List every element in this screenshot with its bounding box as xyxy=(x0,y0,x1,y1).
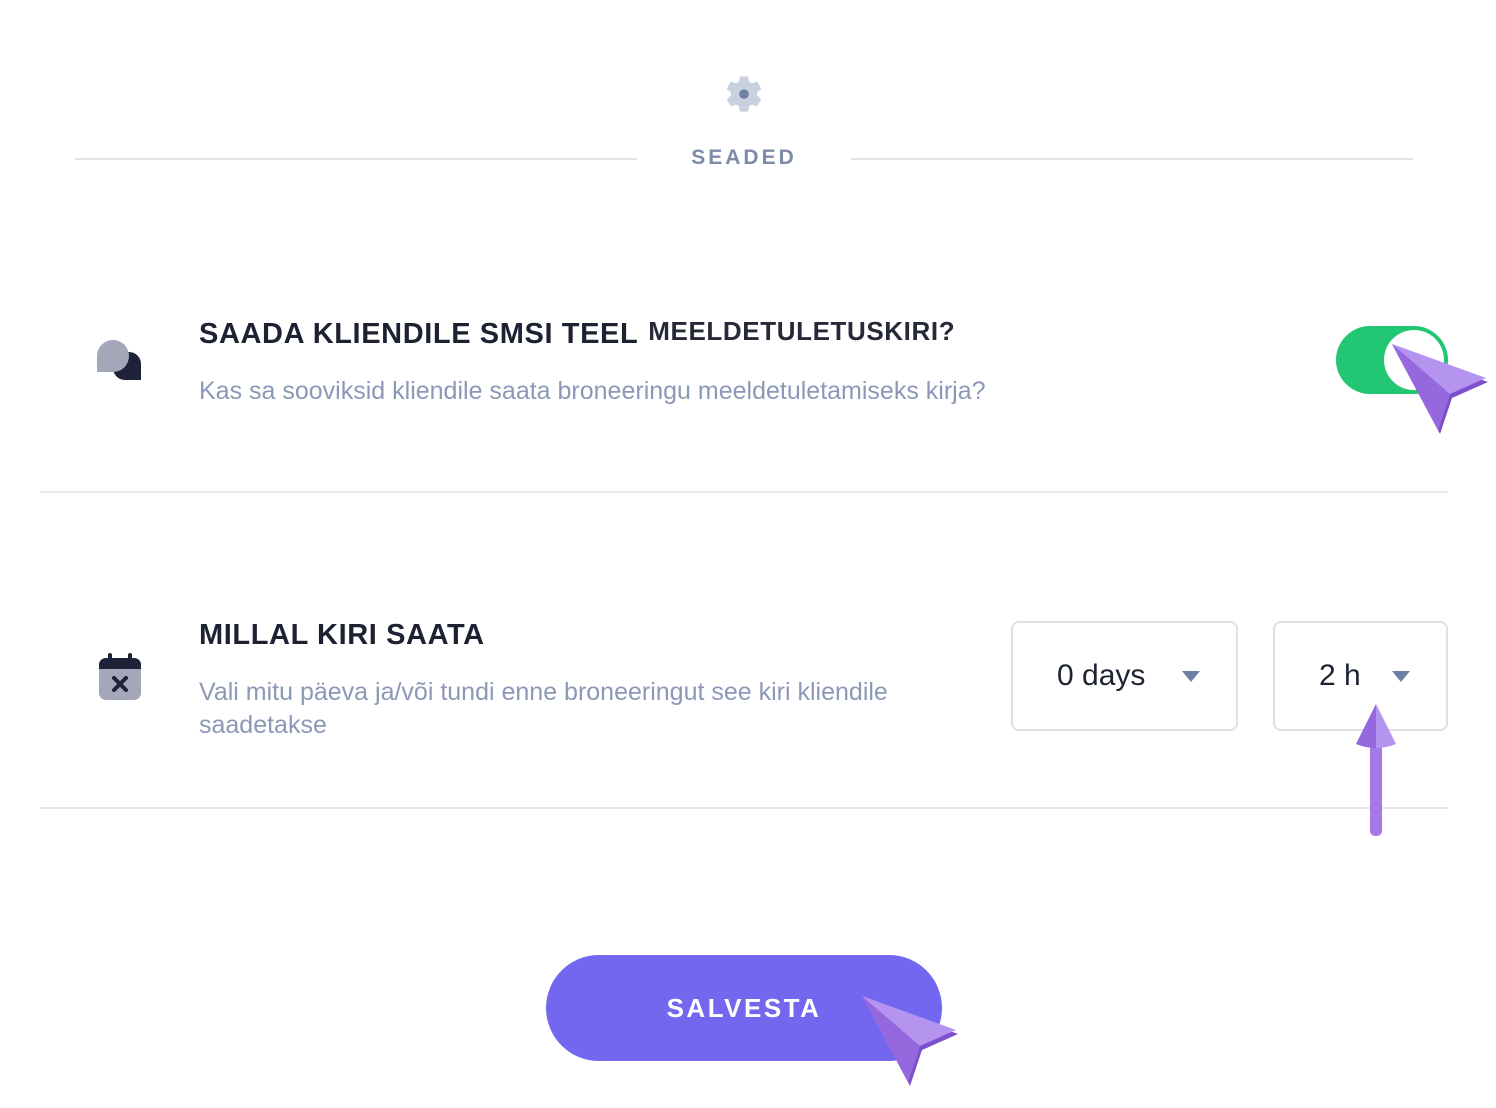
chevron-down-icon xyxy=(1182,671,1200,682)
chat-bubbles-icon xyxy=(97,340,141,380)
row-divider xyxy=(40,807,1448,809)
days-select-value: 0 days xyxy=(1057,659,1146,692)
row-divider xyxy=(40,491,1448,493)
header-divider-right xyxy=(851,158,1413,160)
send-time-title: MILLAL KIRI SAATA xyxy=(199,619,485,651)
sms-reminder-title-part2: MEELDETULETUSKIRI? xyxy=(648,316,956,346)
save-button-label: SALVESTA xyxy=(666,993,822,1023)
header-divider-left xyxy=(75,158,637,160)
sms-reminder-description: Kas sa sooviksid kliendile saata broneer… xyxy=(199,377,986,405)
days-select[interactable]: 0 days xyxy=(1011,621,1238,731)
toggle-knob xyxy=(1384,330,1444,390)
calendar-x-icon xyxy=(99,653,141,700)
sms-reminder-title-part1: SAADA KLIENDILE SMSI TEEL xyxy=(199,318,639,350)
send-time-description: Vali mitu päeva ja/või tundi enne bronee… xyxy=(199,678,888,739)
save-button[interactable]: SALVESTA xyxy=(546,955,942,1061)
gear-icon xyxy=(726,76,762,112)
chevron-down-icon xyxy=(1392,671,1410,682)
section-title: SEADED xyxy=(691,146,797,169)
sms-reminder-toggle[interactable] xyxy=(1336,326,1448,394)
sms-reminder-title: SAADA KLIENDILE SMSI TEEL MEELDETULETUSKI… xyxy=(199,316,956,351)
hours-select-value: 2 h xyxy=(1319,659,1361,692)
hours-select[interactable]: 2 h xyxy=(1273,621,1448,731)
